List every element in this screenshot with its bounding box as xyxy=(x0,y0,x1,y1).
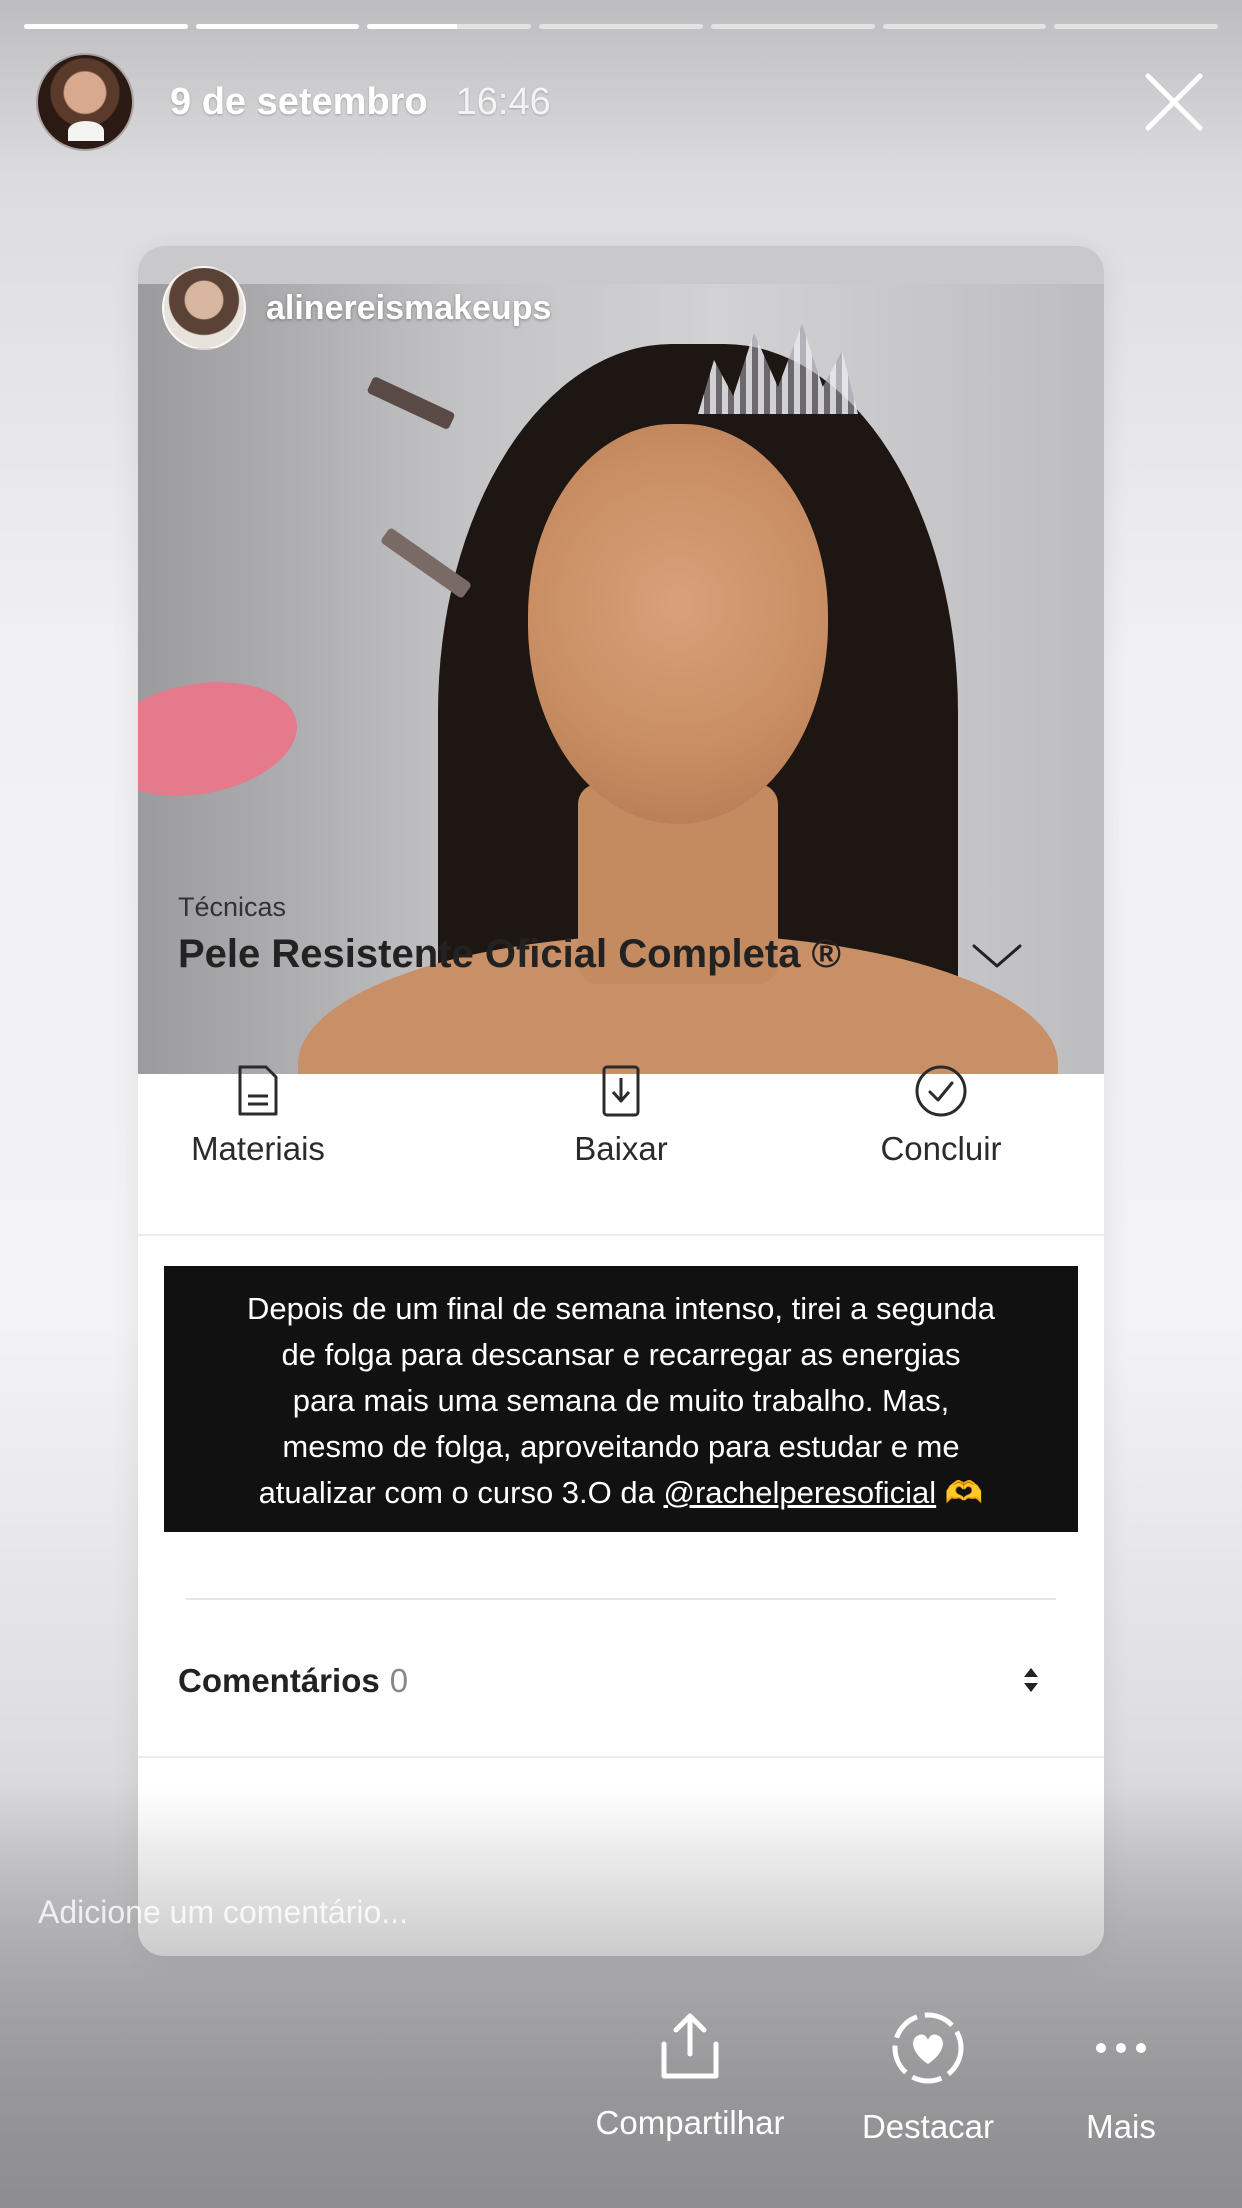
progress-segment xyxy=(539,24,703,29)
face-shape xyxy=(528,424,828,824)
share-label: Compartilhar xyxy=(595,2104,785,2141)
divider xyxy=(138,1756,1104,1758)
comments-count: 0 xyxy=(389,1662,409,1699)
highlight-heart-icon xyxy=(892,2012,964,2084)
caption-line: mesmo de folga, aproveitando para estuda… xyxy=(282,1429,960,1464)
progress-segment xyxy=(195,24,360,29)
caption-text: atualizar com o curso 3.O da xyxy=(258,1475,664,1510)
divider xyxy=(186,1598,1056,1600)
more-dots-icon xyxy=(1096,2043,1146,2053)
download-label: Baixar xyxy=(574,1130,668,1167)
complete-button[interactable]: Concluir xyxy=(821,1064,1061,1168)
progress-segment xyxy=(367,24,532,29)
download-button[interactable]: Baixar xyxy=(501,1064,741,1168)
story-time: 16:46 xyxy=(455,80,551,123)
progress-segment xyxy=(710,24,875,29)
lesson-category: Técnicas xyxy=(178,892,287,922)
highlight-button[interactable]: Destacar xyxy=(848,2010,1008,2146)
story-date: 9 de setembro xyxy=(170,80,428,123)
comments-label: Comentários xyxy=(178,1662,380,1699)
highlight-label: Destacar xyxy=(861,2108,995,2145)
caption-line: para mais uma semana de muito trabalho. … xyxy=(292,1383,950,1418)
author-username[interactable]: alinereismakeups xyxy=(266,289,551,328)
author-avatar[interactable] xyxy=(162,266,246,350)
more-button[interactable]: Mais xyxy=(1070,2010,1172,2146)
check-circle-icon xyxy=(915,1065,967,1117)
caption-line: Depois de um final de semana intenso, ti… xyxy=(247,1291,995,1326)
document-icon xyxy=(238,1065,278,1116)
comments-header[interactable]: Comentários 0 xyxy=(178,1662,408,1700)
share-icon xyxy=(661,2013,719,2079)
post-author[interactable]: alinereismakeups xyxy=(162,266,551,350)
materials-button[interactable]: Materiais xyxy=(138,1064,378,1168)
heart-hands-emoji: 🫶 xyxy=(944,1475,984,1510)
shared-post-card[interactable]: alinereismakeups Técnicas Pele Resistent… xyxy=(138,246,1104,1956)
profile-avatar[interactable] xyxy=(36,53,134,151)
caption-line-last: atualizar com o curso 3.O da @rachelpere… xyxy=(188,1470,1054,1516)
progress-segment xyxy=(24,24,188,29)
lesson-title: Pele Resistente Oficial Completa ® xyxy=(178,932,842,976)
sort-icon[interactable] xyxy=(1018,1662,1044,1698)
more-label: Mais xyxy=(1086,2108,1156,2145)
hair-clip xyxy=(366,375,456,431)
progress-segment xyxy=(882,24,1047,29)
caption-line: de folga para descansar e recarregar as … xyxy=(281,1337,961,1372)
share-button[interactable]: Compartilhar xyxy=(580,2010,800,2142)
progress-segment xyxy=(1054,24,1219,29)
story-progress xyxy=(24,24,1219,29)
story-actions: Compartilhar Destacar Mais xyxy=(0,2010,1242,2170)
complete-label: Concluir xyxy=(880,1130,1002,1167)
comment-input[interactable] xyxy=(36,1893,740,1932)
close-icon[interactable] xyxy=(1142,70,1206,134)
caption-overlay: Depois de um final de semana intenso, ti… xyxy=(164,1266,1078,1532)
sponge-shape xyxy=(138,667,307,811)
download-icon xyxy=(602,1065,640,1117)
lesson-actions: Materiais Baixar Concluir xyxy=(138,1064,1104,1174)
story-header: 9 de setembro 16:46 xyxy=(36,53,1206,151)
materials-label: Materiais xyxy=(191,1130,325,1167)
mention-link[interactable]: @rachelperesoficial xyxy=(663,1475,936,1510)
chevron-down-icon[interactable] xyxy=(970,936,1024,976)
divider xyxy=(138,1234,1104,1236)
